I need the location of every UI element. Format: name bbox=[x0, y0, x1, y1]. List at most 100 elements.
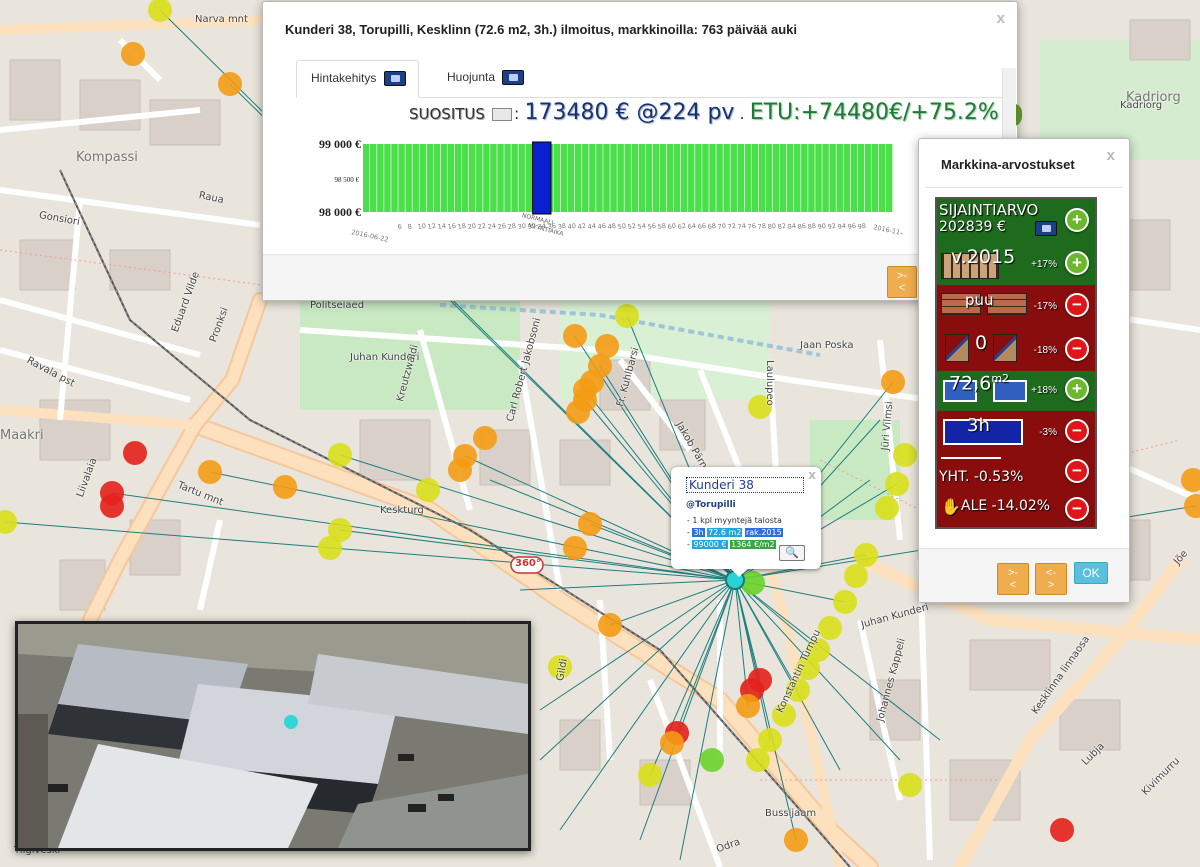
sale-marker[interactable] bbox=[273, 475, 297, 499]
sale-marker[interactable] bbox=[844, 564, 868, 588]
sale-marker[interactable] bbox=[598, 613, 622, 637]
street-label: Jaan Poska bbox=[800, 340, 854, 351]
sale-marker[interactable] bbox=[218, 72, 242, 96]
popup-price-sqm: 1364 €/m2 bbox=[730, 540, 776, 549]
sale-marker[interactable] bbox=[198, 460, 222, 484]
sale-marker[interactable] bbox=[448, 458, 472, 482]
popup-year: rak.2015 bbox=[744, 528, 783, 537]
sale-marker[interactable] bbox=[893, 443, 917, 467]
reco-price: 173480 € @224 pv bbox=[524, 100, 735, 125]
chart-bar bbox=[864, 144, 872, 212]
x-tick-label: 54 bbox=[637, 222, 646, 231]
chart-bar bbox=[681, 144, 688, 212]
aerial-photo bbox=[15, 621, 531, 851]
sale-marker[interactable] bbox=[473, 426, 497, 450]
calculator-icon[interactable] bbox=[492, 108, 513, 121]
chart-bar bbox=[779, 144, 787, 212]
sale-marker[interactable] bbox=[746, 748, 770, 772]
chart-bar bbox=[370, 144, 377, 212]
close-icon[interactable]: x bbox=[997, 10, 1005, 27]
minus-button[interactable]: − bbox=[1065, 337, 1089, 361]
stairs-icon bbox=[993, 334, 1017, 362]
x-tick-label: 98 bbox=[857, 222, 866, 231]
sale-marker[interactable] bbox=[1050, 818, 1074, 842]
sale-marker[interactable] bbox=[121, 42, 145, 66]
chart-bar bbox=[433, 144, 441, 212]
x-tick-label: 86 bbox=[797, 222, 806, 231]
sale-marker[interactable] bbox=[573, 378, 597, 402]
sale-marker[interactable] bbox=[615, 304, 639, 328]
tab-huojunta[interactable]: Huojunta bbox=[433, 60, 536, 98]
sale-marker[interactable] bbox=[578, 512, 602, 536]
sale-marker[interactable] bbox=[638, 763, 662, 787]
x-tick-label: 96 bbox=[847, 222, 856, 231]
close-icon[interactable]: x bbox=[1107, 147, 1115, 164]
plus-button[interactable]: + bbox=[1065, 208, 1089, 232]
sale-marker[interactable] bbox=[416, 478, 440, 502]
chart-bar bbox=[454, 144, 462, 212]
sale-marker[interactable] bbox=[100, 494, 124, 518]
chart-bar bbox=[391, 144, 398, 212]
minus-button[interactable]: − bbox=[1065, 497, 1089, 521]
sale-marker[interactable] bbox=[784, 828, 808, 852]
x-tick-label: 70 bbox=[717, 222, 726, 231]
x-tick-label: 58 bbox=[657, 222, 666, 231]
chart-bar bbox=[843, 144, 850, 212]
sale-marker[interactable] bbox=[566, 400, 590, 424]
sale-marker[interactable] bbox=[736, 694, 760, 718]
chart-bar bbox=[461, 144, 469, 212]
sale-marker[interactable] bbox=[854, 543, 878, 567]
x-tick-label: 72 bbox=[727, 222, 736, 231]
material-label: puu bbox=[965, 291, 994, 309]
plus-button[interactable]: + bbox=[1065, 377, 1089, 401]
sale-marker[interactable] bbox=[758, 728, 782, 752]
total-label: YHT. -0.53% bbox=[939, 469, 1024, 485]
minus-button[interactable]: − bbox=[1065, 293, 1089, 317]
reco-colon: : bbox=[514, 104, 520, 123]
x-tick-label: 94 bbox=[837, 222, 846, 231]
sale-marker[interactable] bbox=[885, 472, 909, 496]
minus-button[interactable]: − bbox=[1065, 459, 1089, 483]
sale-marker[interactable] bbox=[881, 370, 905, 394]
sale-marker[interactable] bbox=[875, 496, 899, 520]
minus-button[interactable]: − bbox=[1065, 419, 1089, 443]
sale-marker[interactable] bbox=[563, 324, 587, 348]
sale-marker[interactable] bbox=[1184, 494, 1200, 518]
street-label: Narva mnt bbox=[195, 14, 248, 25]
sale-marker[interactable] bbox=[563, 536, 587, 560]
market-title: Markkina-arvostukset bbox=[941, 157, 1075, 172]
sale-marker[interactable] bbox=[328, 443, 352, 467]
chart-bar bbox=[787, 144, 794, 212]
sale-marker[interactable] bbox=[833, 590, 857, 614]
sale-marker[interactable] bbox=[318, 536, 342, 560]
badge-360[interactable]: 360° bbox=[515, 558, 541, 569]
expand-button[interactable]: <-> bbox=[1035, 563, 1067, 595]
chart-bar bbox=[702, 144, 709, 212]
chart-bar bbox=[483, 144, 490, 212]
chart-bar bbox=[405, 144, 412, 212]
sale-marker[interactable] bbox=[898, 773, 922, 797]
sale-marker[interactable] bbox=[123, 441, 147, 465]
zoom-icon[interactable]: 🔍 bbox=[779, 545, 805, 561]
plus-button[interactable]: + bbox=[1065, 251, 1089, 275]
sale-marker[interactable] bbox=[0, 510, 17, 534]
x-tick-label: 24 bbox=[487, 222, 496, 231]
ok-button[interactable]: OK bbox=[1074, 562, 1108, 584]
popup-sales-count: - 1 kpl myyntejä talosta bbox=[687, 516, 782, 525]
x-tick-label: 78 bbox=[757, 222, 766, 231]
collapse-button[interactable]: >-< bbox=[997, 563, 1029, 595]
sale-marker[interactable] bbox=[660, 731, 684, 755]
x-tick-label: 84 bbox=[787, 222, 796, 231]
reco-separator: . bbox=[739, 104, 745, 123]
sale-marker[interactable] bbox=[1181, 468, 1200, 492]
sale-marker[interactable] bbox=[700, 748, 724, 772]
collapse-button[interactable]: >-< bbox=[887, 266, 917, 298]
screen-icon[interactable] bbox=[1035, 221, 1057, 236]
sale-marker[interactable] bbox=[818, 616, 842, 640]
close-icon[interactable]: x bbox=[808, 468, 816, 482]
chart-bar bbox=[624, 144, 631, 212]
popup-title[interactable]: Kunderi 38 bbox=[686, 477, 804, 493]
popup-building: @Torupilli bbox=[686, 500, 736, 510]
x-tick-label: 20 bbox=[467, 222, 476, 231]
tab-hintakehitys[interactable]: Hintakehitys bbox=[296, 60, 419, 98]
